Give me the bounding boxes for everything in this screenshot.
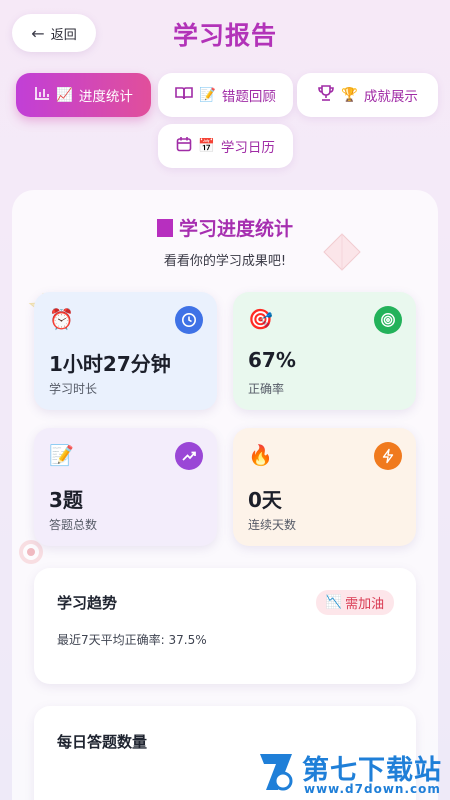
target-badge-icon (374, 306, 402, 334)
tab-study-calendar[interactable]: 📅 学习日历 (158, 124, 293, 168)
stat-value: 67% (248, 348, 296, 372)
stat-value: 0天 (248, 488, 282, 512)
tab-wrong-review[interactable]: 📝 错题回顾 (158, 73, 293, 117)
memo-icon: 📝 (49, 443, 74, 467)
trend-title: 学习趋势 (57, 594, 118, 612)
tab-progress-stats[interactable]: 📈 进度统计 (16, 73, 151, 117)
lightning-icon (374, 442, 402, 470)
section-title-text: 学习进度统计 (178, 218, 293, 240)
target-icon: 🎯 (248, 307, 273, 331)
stat-value: 3题 (49, 488, 83, 512)
trend-note: 最近7天平均正确率: 37.5% (57, 633, 207, 647)
tab-label: 进度统计 (78, 89, 133, 105)
stat-card-streak: 🔥 0天 连续天数 (233, 428, 416, 546)
section-subtitle: 看看你的学习成果吧! (163, 254, 287, 269)
page-title: 学习报告 (172, 21, 277, 50)
stat-label: 正确率 (248, 382, 285, 396)
stat-card-total-questions: 📝 3题 答题总数 (34, 428, 217, 546)
book-icon (175, 86, 193, 104)
tab-emoji: 🏆 (341, 87, 358, 103)
tab-emoji: 📈 (56, 87, 73, 103)
stat-label: 答题总数 (49, 518, 98, 532)
stat-label: 连续天数 (248, 518, 297, 532)
calendar-icon (176, 136, 192, 156)
fire-icon: 🔥 (248, 443, 273, 467)
tab-emoji: 📝 (199, 87, 216, 103)
trending-up-icon (175, 442, 203, 470)
stat-card-study-time: ⏰ 1小时27分钟 学习时长 (34, 292, 217, 410)
trend-card (34, 568, 416, 684)
bar-chart-icon (34, 86, 50, 104)
square-icon (156, 219, 173, 237)
watermark-url: www.d7down.com (304, 782, 441, 796)
clock-icon (175, 306, 203, 334)
stat-label: 学习时长 (49, 382, 98, 396)
chart-down-icon: 📉 (325, 595, 343, 610)
daily-title: 每日答题数量 (57, 733, 148, 751)
alarm-clock-icon: ⏰ (49, 307, 74, 331)
watermark-logo-icon (256, 750, 296, 794)
tab-label: 错题回顾 (221, 89, 276, 105)
tab-emoji: 📅 (198, 138, 215, 154)
stat-value: 1小时27分钟 (49, 352, 171, 376)
trophy-icon (317, 85, 335, 105)
section-title: 学习进度统计 (0, 214, 450, 241)
trend-status-badge: 📉 需加油 (316, 590, 394, 615)
trend-badge-label: 需加油 (345, 597, 385, 612)
tab-achievements[interactable]: 🏆 成就展示 (297, 73, 438, 117)
tab-label: 成就展示 (363, 89, 418, 105)
watermark: 第七下载站 www.d7down.com (256, 748, 448, 800)
stat-card-accuracy: 🎯 67% 正确率 (233, 292, 416, 410)
tab-label: 学习日历 (220, 140, 275, 156)
